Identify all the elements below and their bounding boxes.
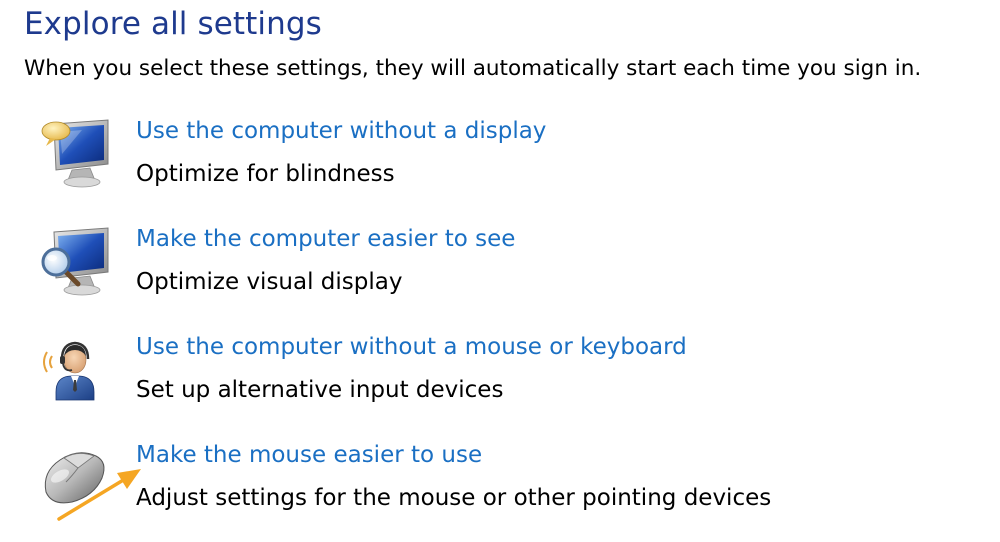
link-easier-to-see[interactable]: Make the computer easier to see <box>136 226 515 252</box>
user-headset-icon <box>38 334 118 414</box>
setting-item-easier-to-see: Make the computer easier to see Optimize… <box>0 226 1000 326</box>
link-no-display[interactable]: Use the computer without a display <box>136 118 546 144</box>
link-no-mouse-keyboard[interactable]: Use the computer without a mouse or keyb… <box>136 334 687 360</box>
setting-item-no-mouse-keyboard: Use the computer without a mouse or keyb… <box>0 334 1000 434</box>
link-mouse-easier[interactable]: Make the mouse easier to use <box>136 442 482 468</box>
description-easier-to-see: Optimize visual display <box>136 269 403 295</box>
monitor-speech-icon <box>38 118 118 198</box>
setting-item-no-display: Use the computer without a display Optim… <box>0 118 1000 218</box>
monitor-magnifier-icon <box>38 226 118 306</box>
description-no-mouse-keyboard: Set up alternative input devices <box>136 377 504 403</box>
description-mouse-easier: Adjust settings for the mouse or other p… <box>136 485 772 511</box>
description-no-display: Optimize for blindness <box>136 161 395 187</box>
page-title: Explore all settings <box>24 6 322 42</box>
setting-item-mouse-easier: Make the mouse easier to use Adjust sett… <box>0 442 1000 542</box>
annotation-arrow-icon <box>55 465 145 525</box>
page-subtitle: When you select these settings, they wil… <box>24 56 922 81</box>
